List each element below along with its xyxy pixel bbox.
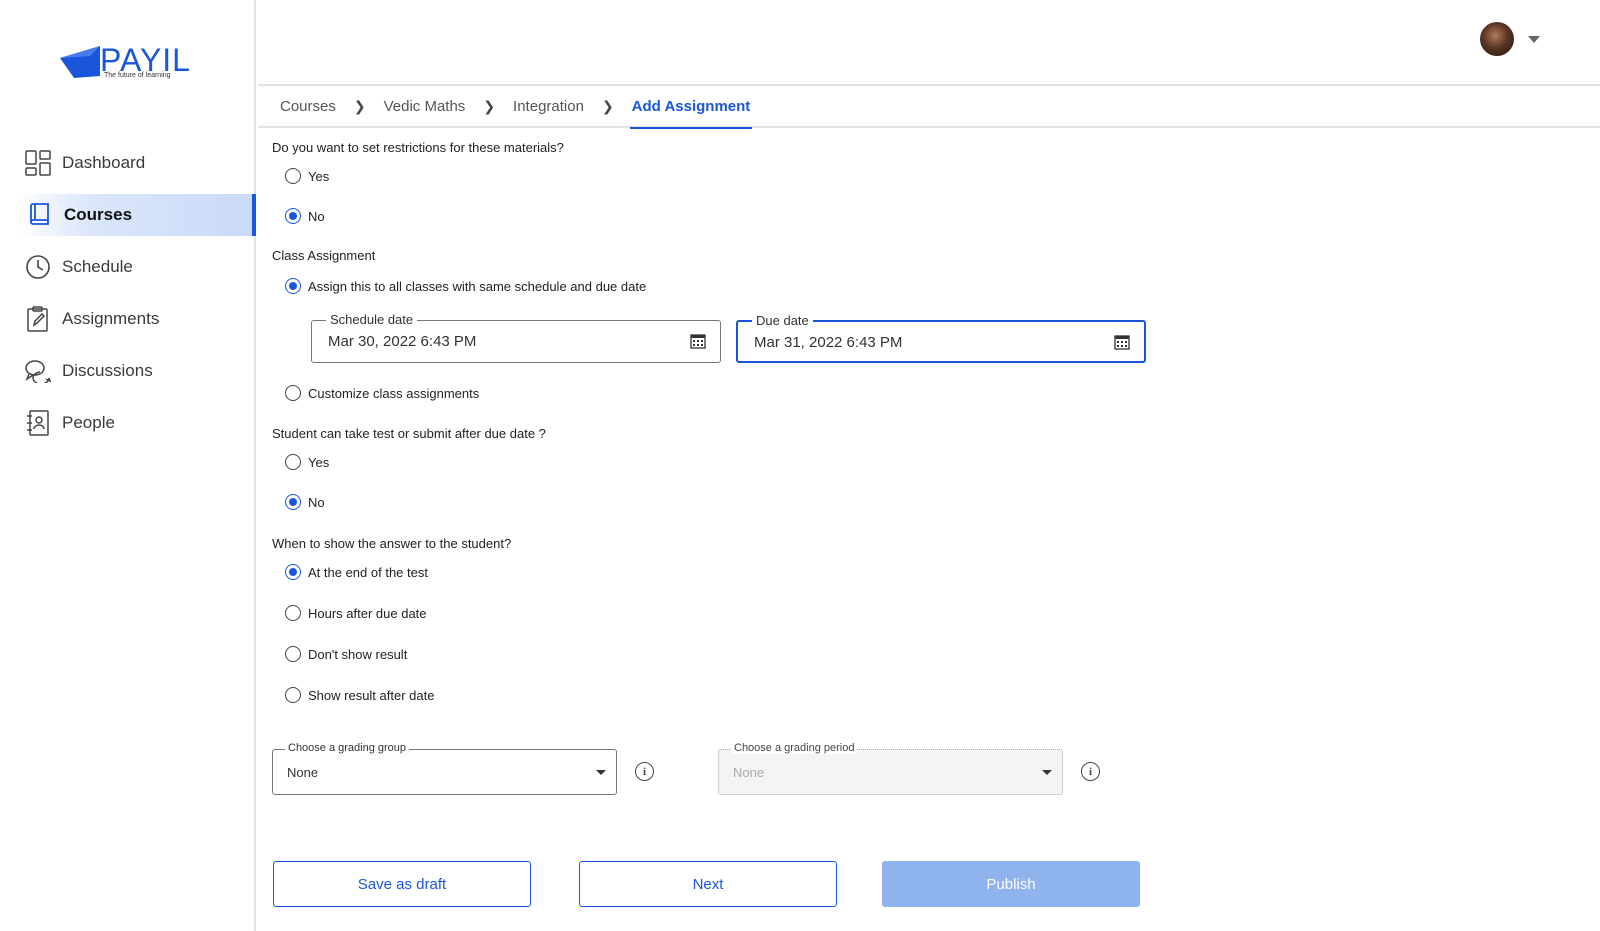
breadcrumb: Courses ❯ Vedic Maths ❯ Integration ❯ Ad… (258, 85, 1600, 129)
save-as-draft-button[interactable]: Save as draft (273, 861, 531, 907)
sidebar-item-label: Schedule (62, 257, 133, 276)
sidebar-item-assignments[interactable]: Assignments (0, 298, 256, 340)
publish-button[interactable]: Publish (882, 861, 1140, 907)
clock-icon (24, 253, 52, 281)
late-submission-question: Student can take test or submit after du… (272, 426, 546, 441)
logo-mark-icon (60, 46, 100, 78)
show-answer-dont-show-radio[interactable]: Don't show result (285, 646, 407, 662)
late-submission-no-radio[interactable]: No (285, 494, 325, 510)
radio-button[interactable] (285, 605, 301, 621)
breadcrumb-vedic-maths[interactable]: Vedic Maths (382, 98, 468, 115)
next-button[interactable]: Next (579, 861, 837, 907)
sidebar: PAYIL The future of learning Dashboard C… (0, 0, 256, 931)
sidebar-item-schedule[interactable]: Schedule (0, 246, 256, 288)
radio-label: Don't show result (308, 646, 408, 662)
user-avatar[interactable] (1480, 22, 1514, 56)
sidebar-nav: Dashboard Courses Schedule Assignments D… (0, 142, 256, 454)
radio-label: Yes (308, 168, 330, 184)
payil-logo[interactable]: PAYIL The future of learning (60, 40, 200, 86)
radio-label: Show result after date (308, 687, 435, 703)
class-assignment-label: Class Assignment (272, 248, 376, 263)
breadcrumb-add-assignment: Add Assignment (629, 85, 753, 129)
sidebar-item-label: Courses (64, 205, 133, 224)
info-icon[interactable]: i (1081, 762, 1100, 781)
radio-button[interactable] (285, 454, 301, 470)
radio-label: Yes (308, 454, 330, 470)
radio-label: No (308, 208, 325, 224)
restrictions-question: Do you want to set restrictions for thes… (272, 140, 564, 155)
schedule-date-value: Mar 30, 2022 6:43 PM (328, 333, 477, 350)
calendar-icon[interactable] (1114, 334, 1130, 350)
radio-label: Customize class assignments (308, 385, 480, 401)
sidebar-item-courses[interactable]: Courses (18, 194, 256, 236)
sidebar-item-label: People (62, 413, 115, 432)
grading-period-value: None (733, 765, 765, 780)
radio-button[interactable] (285, 494, 301, 510)
radio-button[interactable] (285, 646, 301, 662)
grading-group-label: Choose a grading group (285, 742, 410, 754)
contact-book-icon (24, 409, 52, 437)
restrictions-no-radio[interactable]: No (285, 208, 325, 224)
chevron-right-icon: ❯ (483, 97, 496, 114)
sidebar-item-label: Discussions (62, 361, 153, 380)
restrictions-yes-radio[interactable]: Yes (285, 168, 329, 184)
show-answer-hours-after-due-radio[interactable]: Hours after due date (285, 605, 427, 621)
caret-down-icon (1042, 770, 1052, 775)
radio-label: Assign this to all classes with same sch… (308, 278, 647, 294)
grading-group-value: None (287, 765, 319, 780)
radio-button[interactable] (285, 687, 301, 703)
radio-label: At the end of the test (308, 564, 428, 580)
sidebar-item-discussions[interactable]: Discussions (0, 350, 256, 392)
radio-label: No (308, 494, 325, 510)
chevron-right-icon: ❯ (353, 97, 366, 114)
show-answer-question: When to show the answer to the student? (272, 536, 512, 551)
late-submission-yes-radio[interactable]: Yes (285, 454, 329, 470)
radio-button[interactable] (285, 208, 301, 224)
breadcrumb-courses[interactable]: Courses (278, 98, 338, 115)
due-date-label: Due date (752, 313, 813, 328)
chevron-right-icon: ❯ (601, 97, 614, 114)
caret-down-icon[interactable] (1528, 36, 1540, 43)
radio-button[interactable] (285, 168, 301, 184)
schedule-date-label: Schedule date (326, 312, 418, 327)
customize-class-assignments-radio[interactable]: Customize class assignments (285, 385, 479, 401)
chat-bubbles-icon (24, 357, 52, 385)
book-icon (26, 201, 54, 229)
radio-button[interactable] (285, 564, 301, 580)
schedule-date-field[interactable]: Schedule date Mar 30, 2022 6:43 PM (311, 312, 721, 363)
show-answer-after-date-radio[interactable]: Show result after date (285, 687, 434, 703)
radio-button[interactable] (285, 278, 301, 294)
brand-tagline: The future of learning (104, 72, 171, 79)
show-answer-end-of-test-radio[interactable]: At the end of the test (285, 564, 428, 580)
sidebar-item-label: Dashboard (62, 153, 146, 172)
assign-all-classes-radio[interactable]: Assign this to all classes with same sch… (285, 278, 646, 294)
due-date-value: Mar 31, 2022 6:43 PM (754, 334, 903, 351)
calendar-icon[interactable] (690, 333, 706, 349)
radio-button[interactable] (285, 385, 301, 401)
grading-period-select: Choose a grading period None (718, 742, 1063, 795)
breadcrumb-integration[interactable]: Integration (511, 98, 586, 115)
top-bar (258, 0, 1600, 86)
dashboard-icon (24, 149, 52, 177)
clipboard-pencil-icon (24, 305, 52, 333)
sidebar-item-dashboard[interactable]: Dashboard (0, 142, 256, 184)
radio-label: Hours after due date (308, 605, 427, 621)
caret-down-icon (596, 770, 606, 775)
sidebar-item-people[interactable]: People (0, 402, 256, 444)
sidebar-item-label: Assignments (62, 309, 160, 328)
info-icon[interactable]: i (635, 762, 654, 781)
grading-group-select[interactable]: Choose a grading group None (272, 742, 617, 795)
grading-period-label: Choose a grading period (731, 742, 858, 754)
due-date-field[interactable]: Due date Mar 31, 2022 6:43 PM (736, 313, 1146, 363)
